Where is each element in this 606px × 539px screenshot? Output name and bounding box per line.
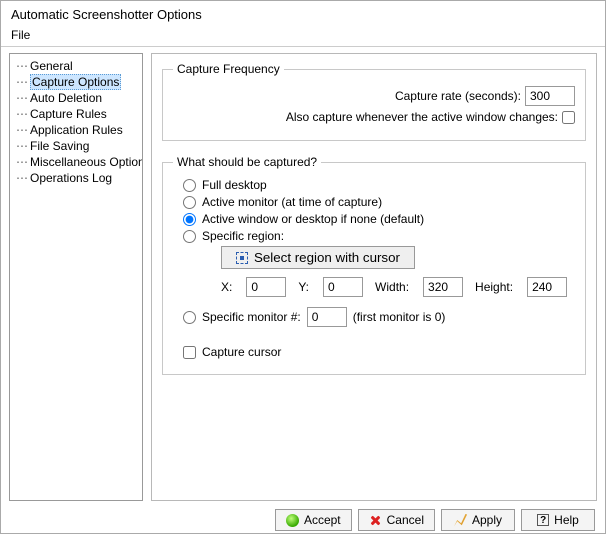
tree-item-auto-deletion[interactable]: ⋯Auto Deletion [12, 90, 140, 106]
apply-button-label: Apply [472, 513, 502, 527]
radio-active-window-label: Active window or desktop if none (defaul… [202, 212, 424, 226]
tree-dash-icon: ⋯ [16, 107, 28, 121]
tree-item-miscellaneous-options[interactable]: ⋯Miscellaneous Options [12, 154, 140, 170]
region-w-label: Width: [375, 280, 409, 294]
capture-frequency-legend: Capture Frequency [173, 62, 284, 76]
help-icon: ? [537, 514, 549, 526]
tree-dash-icon: ⋯ [16, 59, 28, 73]
what-captured-legend: What should be captured? [173, 155, 321, 169]
radio-specific-region-label: Specific region: [202, 229, 284, 243]
tree-dash-icon: ⋯ [16, 91, 28, 105]
what-captured-group: What should be captured? Full desktop Ac… [162, 155, 586, 375]
apply-button[interactable]: Apply [441, 509, 515, 531]
region-y-label: Y: [298, 280, 309, 294]
tree-dash-icon: ⋯ [16, 155, 28, 169]
tree-item-operations-log[interactable]: ⋯Operations Log [12, 170, 140, 186]
content-panel: Capture Frequency Capture rate (seconds)… [151, 53, 597, 501]
region-x-label: X: [221, 280, 232, 294]
region-x-input[interactable] [246, 277, 286, 297]
region-y-input[interactable] [323, 277, 363, 297]
tree-item-label: Operations Log [30, 171, 112, 185]
region-select-icon [236, 252, 248, 264]
apply-icon [454, 514, 467, 527]
cancel-icon [369, 514, 382, 527]
tree-item-label: Auto Deletion [30, 91, 102, 105]
tree-item-file-saving[interactable]: ⋯File Saving [12, 138, 140, 154]
tree-item-label: Miscellaneous Options [30, 155, 143, 169]
specific-monitor-hint: (first monitor is 0) [353, 310, 446, 324]
accept-button[interactable]: Accept [275, 509, 352, 531]
tree-dash-icon: ⋯ [16, 171, 28, 185]
tree-item-label: Application Rules [30, 123, 123, 137]
active-change-label: Also capture whenever the active window … [286, 110, 558, 124]
window-title: Automatic Screenshotter Options [1, 1, 605, 26]
tree-item-label: File Saving [30, 139, 89, 153]
region-h-input[interactable] [527, 277, 567, 297]
accept-button-label: Accept [304, 513, 341, 527]
cancel-button-label: Cancel [387, 513, 424, 527]
capture-cursor-label: Capture cursor [202, 345, 281, 359]
region-h-label: Height: [475, 280, 513, 294]
tree-dash-icon: ⋯ [16, 123, 28, 137]
radio-full-desktop-label: Full desktop [202, 178, 267, 192]
tree-dash-icon: ⋯ [16, 75, 28, 89]
radio-specific-region[interactable] [183, 230, 196, 243]
capture-rate-label: Capture rate (seconds): [395, 89, 521, 103]
nav-tree: ⋯General⋯Capture Options⋯Auto Deletion⋯C… [9, 53, 143, 501]
help-button-label: Help [554, 513, 579, 527]
radio-specific-monitor-label: Specific monitor #: [202, 310, 301, 324]
tree-item-label: Capture Options [30, 74, 121, 90]
select-region-button-label: Select region with cursor [254, 250, 400, 265]
tree-item-capture-rules[interactable]: ⋯Capture Rules [12, 106, 140, 122]
menu-file[interactable]: File [11, 28, 30, 42]
region-w-input[interactable] [423, 277, 463, 297]
accept-icon [286, 514, 299, 527]
tree-item-label: General [30, 59, 73, 73]
radio-active-monitor[interactable] [183, 196, 196, 209]
active-change-checkbox[interactable] [562, 111, 575, 124]
capture-cursor-checkbox[interactable] [183, 346, 196, 359]
tree-dash-icon: ⋯ [16, 139, 28, 153]
radio-specific-monitor[interactable] [183, 311, 196, 324]
tree-item-label: Capture Rules [30, 107, 107, 121]
help-button[interactable]: ? Help [521, 509, 595, 531]
cancel-button[interactable]: Cancel [358, 509, 435, 531]
radio-active-window[interactable] [183, 213, 196, 226]
specific-monitor-input[interactable] [307, 307, 347, 327]
tree-item-general[interactable]: ⋯General [12, 58, 140, 74]
tree-item-capture-options[interactable]: ⋯Capture Options [12, 74, 140, 90]
tree-item-application-rules[interactable]: ⋯Application Rules [12, 122, 140, 138]
capture-rate-input[interactable] [525, 86, 575, 106]
select-region-button[interactable]: Select region with cursor [221, 246, 415, 269]
radio-active-monitor-label: Active monitor (at time of capture) [202, 195, 382, 209]
radio-full-desktop[interactable] [183, 179, 196, 192]
menubar: File [1, 26, 605, 47]
capture-frequency-group: Capture Frequency Capture rate (seconds)… [162, 62, 586, 141]
